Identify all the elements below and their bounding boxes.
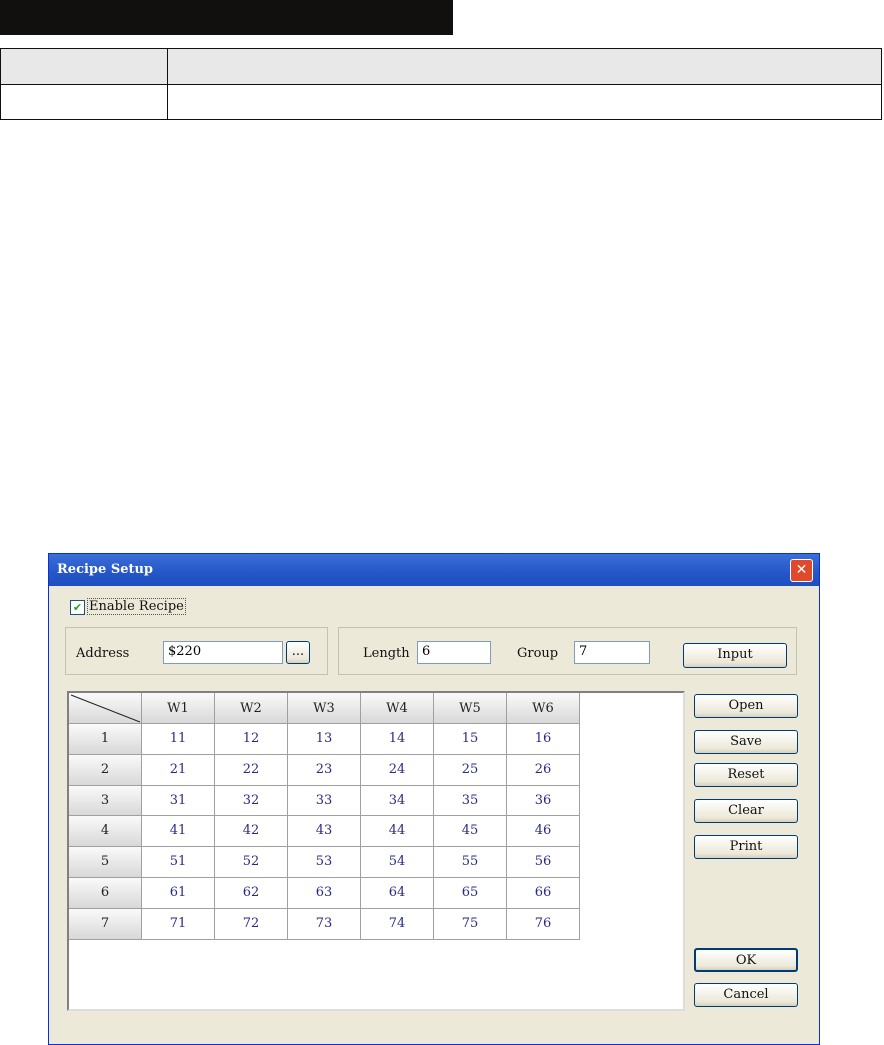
grid-cell[interactable]: 24 (361, 754, 434, 786)
row-header[interactable]: 3 (69, 785, 142, 817)
grid-cell[interactable]: 51 (142, 847, 215, 878)
grid-cell[interactable]: 26 (507, 754, 580, 786)
enable-recipe-label[interactable]: Enable Recipe (87, 598, 186, 615)
row-header[interactable]: 4 (69, 816, 142, 848)
row-header[interactable]: 1 (69, 724, 142, 755)
save-button[interactable]: Save (694, 730, 798, 754)
row-header[interactable]: 5 (69, 847, 142, 878)
column-header-w6[interactable]: W6 (507, 693, 580, 724)
length-label: Length (363, 646, 410, 661)
row-header[interactable]: 6 (69, 878, 142, 909)
browse-address-button[interactable]: ... (286, 641, 310, 664)
column-header-w1[interactable]: W1 (142, 693, 215, 724)
grid-cell[interactable]: 72 (215, 908, 288, 940)
grid-cell[interactable]: 54 (361, 847, 434, 878)
group-input[interactable]: 7 (574, 641, 650, 664)
column-header-w5[interactable]: W5 (434, 693, 507, 724)
grid-cell[interactable]: 71 (142, 908, 215, 940)
grid-cell[interactable]: 52 (215, 847, 288, 878)
grid-cell[interactable]: 44 (361, 816, 434, 848)
grid-cell[interactable]: 61 (142, 878, 215, 909)
grid-cell[interactable]: 73 (288, 908, 361, 940)
grid-cell[interactable]: 32 (215, 785, 288, 817)
grid-cell[interactable]: 62 (215, 878, 288, 909)
clear-button[interactable]: Clear (694, 799, 798, 823)
grid-cell[interactable]: 56 (507, 847, 580, 878)
grid-cell[interactable]: 21 (142, 754, 215, 786)
column-divider (167, 49, 168, 119)
input-button[interactable]: Input (683, 643, 787, 668)
grid-cell[interactable]: 42 (215, 816, 288, 848)
grid-cell[interactable]: 11 (142, 724, 215, 755)
grid-cell[interactable]: 74 (361, 908, 434, 940)
recipe-setup-dialog: Recipe Setup ✕ ✔ Enable Recipe Address $… (48, 553, 820, 1045)
group-label: Group (517, 646, 559, 661)
length-input[interactable]: 6 (417, 641, 491, 664)
grid-cell[interactable]: 33 (288, 785, 361, 817)
table-row (1, 84, 881, 119)
ok-button[interactable]: OK (694, 948, 798, 972)
grid-cell[interactable]: 14 (361, 724, 434, 755)
grid-cell[interactable]: 76 (507, 908, 580, 940)
grid-cell[interactable]: 22 (215, 754, 288, 786)
column-header-w2[interactable]: W2 (215, 693, 288, 724)
grid-cell[interactable]: 15 (434, 724, 507, 755)
reset-button[interactable]: Reset (694, 763, 798, 787)
row-header[interactable]: 7 (69, 908, 142, 940)
grid-cell[interactable]: 13 (288, 724, 361, 755)
open-button[interactable]: Open (694, 694, 798, 718)
document-table (0, 48, 882, 120)
address-label: Address (76, 646, 130, 661)
grid-cell[interactable]: 12 (215, 724, 288, 755)
grid-cell[interactable]: 35 (434, 785, 507, 817)
grid-cell[interactable]: 41 (142, 816, 215, 848)
address-input[interactable]: $220 (163, 641, 283, 664)
grid-cell[interactable]: 64 (361, 878, 434, 909)
grid-cell[interactable]: 34 (361, 785, 434, 817)
dialog-title: Recipe Setup (49, 554, 819, 586)
table-header-row (1, 49, 881, 85)
enable-recipe-checkbox[interactable]: ✔ (70, 600, 85, 615)
cancel-button[interactable]: Cancel (694, 983, 798, 1007)
grid-cell[interactable]: 55 (434, 847, 507, 878)
row-header[interactable]: 2 (69, 754, 142, 786)
column-header-w3[interactable]: W3 (288, 693, 361, 724)
close-icon[interactable]: ✕ (790, 559, 813, 582)
grid-cell[interactable]: 31 (142, 785, 215, 817)
column-header-w4[interactable]: W4 (361, 693, 434, 724)
grid-cell[interactable]: 25 (434, 754, 507, 786)
grid-cell[interactable]: 53 (288, 847, 361, 878)
grid-corner (69, 693, 142, 724)
recipe-grid[interactable]: W1 W2 W3 W4 W5 W6 1 11 12 13 14 15 16 2 21 22 23 24 25 26 3 3… (67, 691, 685, 1011)
grid-cell[interactable]: 63 (288, 878, 361, 909)
grid-cell[interactable]: 65 (434, 878, 507, 909)
grid-cell[interactable]: 36 (507, 785, 580, 817)
grid-cell[interactable]: 16 (507, 724, 580, 755)
grid-cell[interactable]: 66 (507, 878, 580, 909)
grid-cell[interactable]: 43 (288, 816, 361, 848)
section-header-bar (0, 0, 453, 35)
grid-cell[interactable]: 46 (507, 816, 580, 848)
grid-cell[interactable]: 75 (434, 908, 507, 940)
grid-cell[interactable]: 45 (434, 816, 507, 848)
print-button[interactable]: Print (694, 835, 798, 859)
grid-cell[interactable]: 23 (288, 754, 361, 786)
